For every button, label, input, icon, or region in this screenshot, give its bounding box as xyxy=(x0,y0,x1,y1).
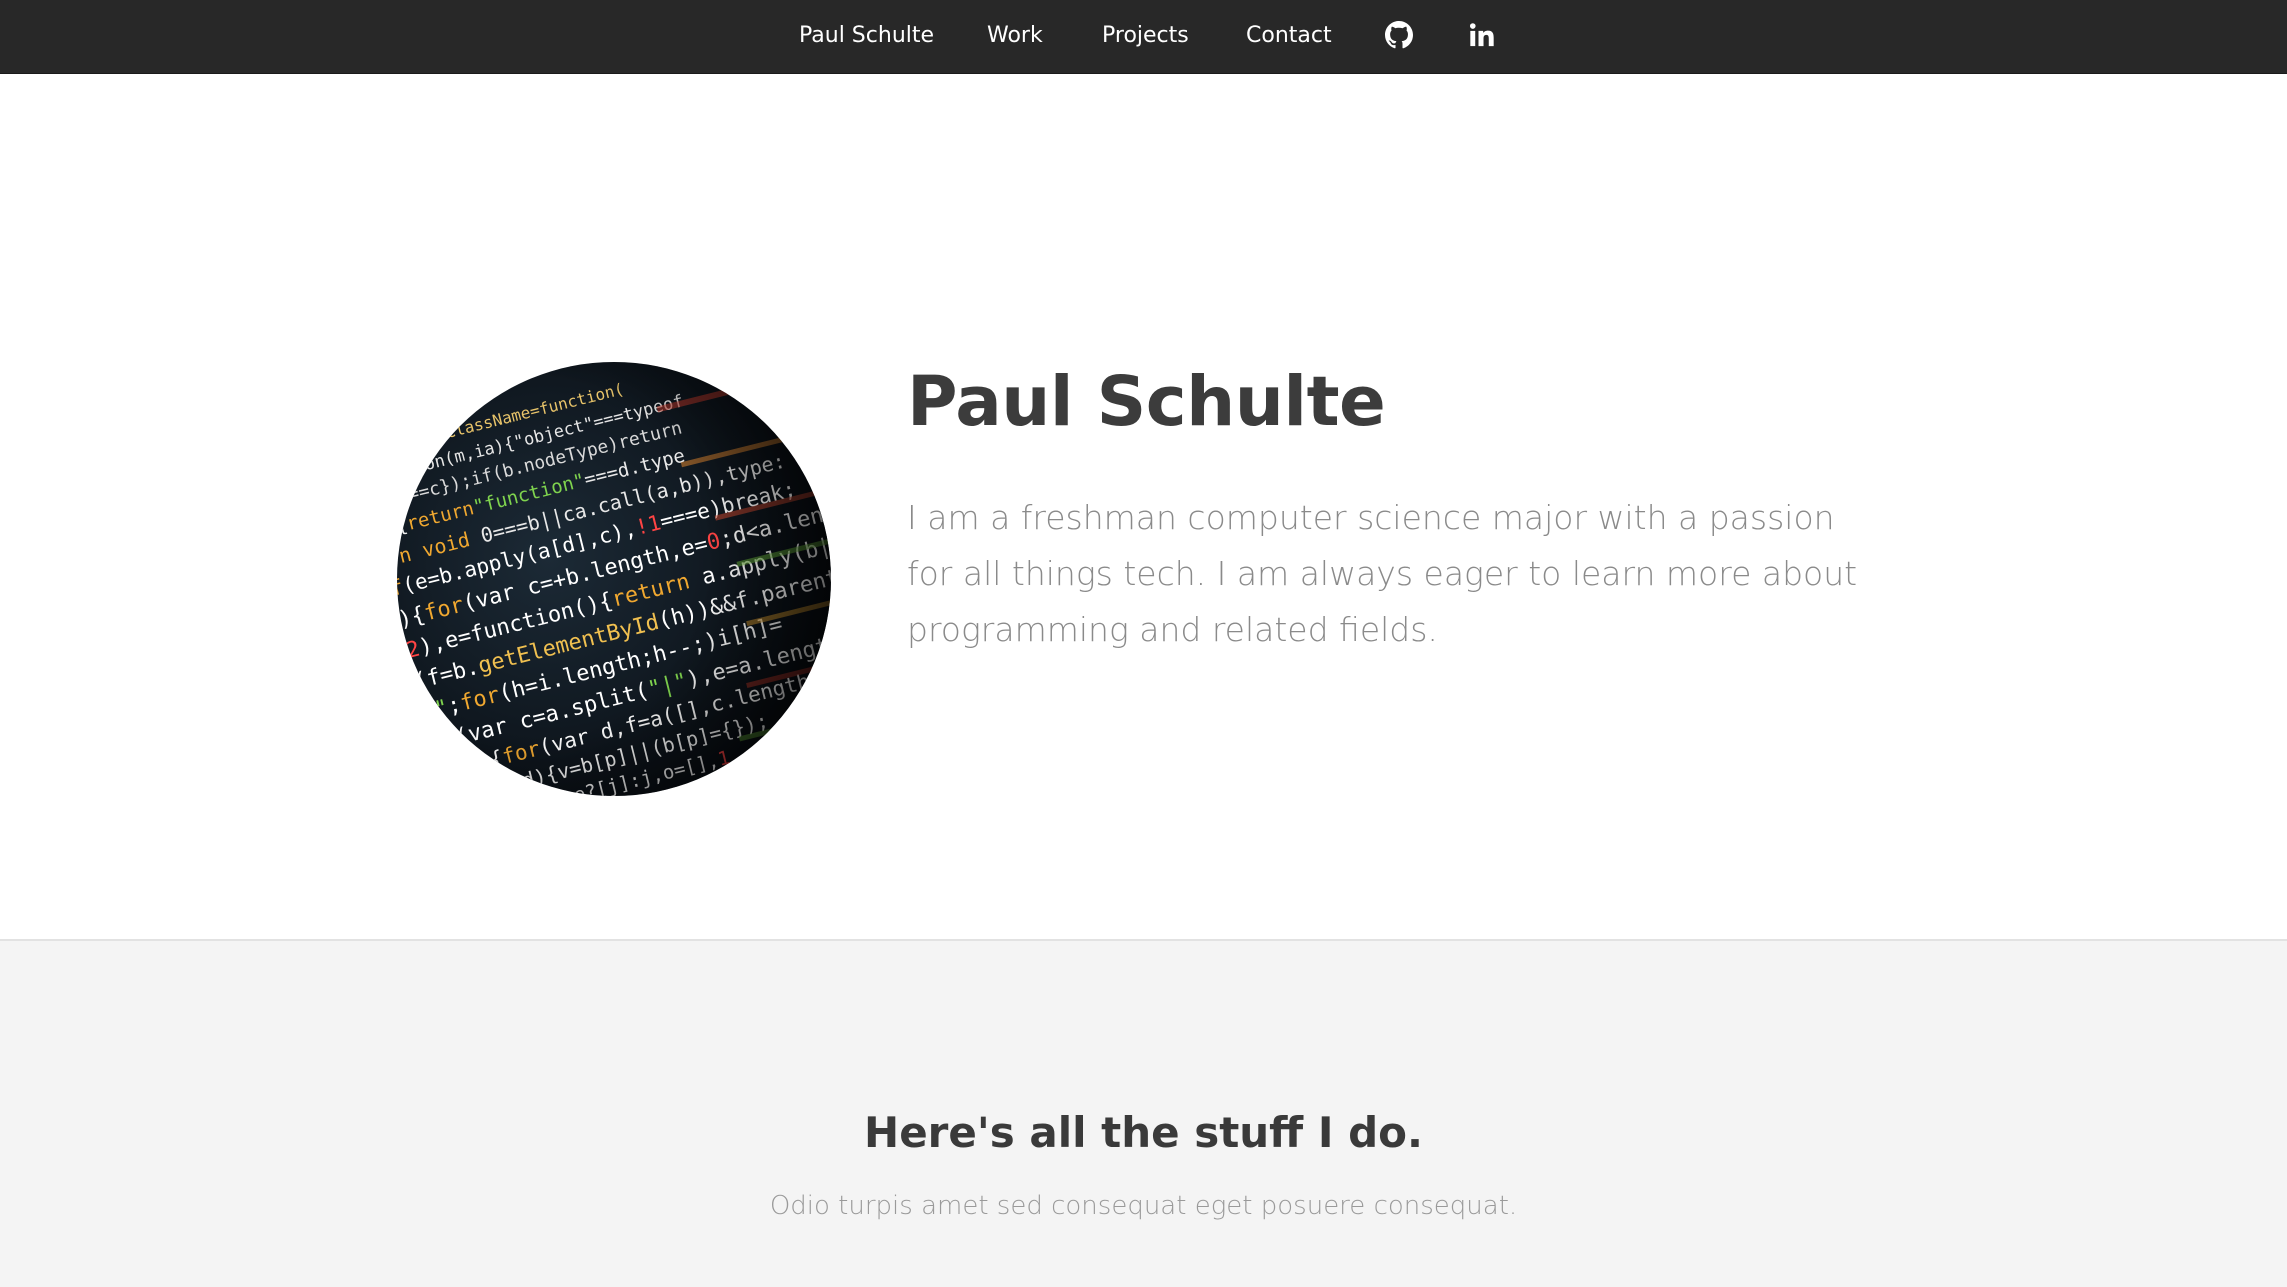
nav-brand-link[interactable]: Paul Schulte xyxy=(799,0,934,71)
nav-item-work[interactable]: Work xyxy=(987,0,1043,71)
github-icon[interactable] xyxy=(1385,21,1413,49)
nav-item-contact[interactable]: Contact xyxy=(1246,0,1332,71)
features-heading: Here's all the stuff I do. xyxy=(864,1108,1423,1157)
page-title: Paul Schulte xyxy=(907,362,1386,442)
code-screen-photo: byClassName=function( nction(m,ia){"obje… xyxy=(397,362,831,796)
hero-section: byClassName=function( nction(m,ia){"obje… xyxy=(0,74,2287,940)
features-section: Here's all the stuff I do. Odio turpis a… xyxy=(0,939,2287,1287)
hero-description: I am a freshman computer science major w… xyxy=(907,498,1858,649)
nav-item-projects[interactable]: Projects xyxy=(1102,0,1189,71)
linkedin-icon[interactable] xyxy=(1468,21,1496,49)
features-subtitle: Odio turpis amet sed consequat eget posu… xyxy=(769,1191,1518,1221)
top-navbar: Paul Schulte Work Projects Contact xyxy=(0,0,2287,74)
